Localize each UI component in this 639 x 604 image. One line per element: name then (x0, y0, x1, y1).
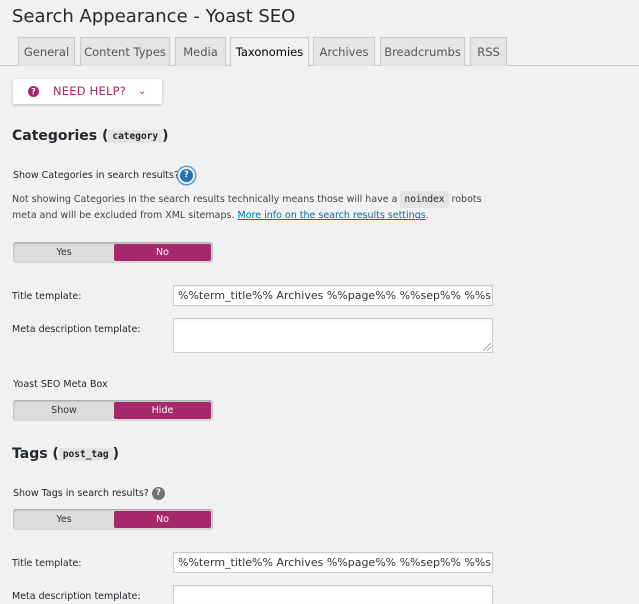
tags-title-template-input[interactable]: %%term_title%% Archives %%page%% %%sep%%… (173, 552, 493, 573)
tags-show-no[interactable]: No (114, 511, 211, 528)
categories-show-label: Show Categories in search results? (13, 170, 180, 181)
metabox-hide[interactable]: Hide (114, 402, 211, 419)
search-results-info-link[interactable]: More info on the search results settings (238, 210, 426, 221)
categories-help-icon[interactable]: ? (180, 169, 193, 182)
tags-show-label: Show Tags in search results? (13, 488, 149, 499)
need-help-button[interactable]: ? NEED HELP? ⌄ (13, 79, 162, 104)
metabox-toggle: Show Hide (13, 400, 213, 421)
categories-description: Not showing Categories in the search res… (12, 191, 502, 223)
need-help-label: NEED HELP? (53, 84, 127, 98)
resize-handle-icon[interactable] (483, 343, 491, 351)
tags-heading: Tags (post_tag) (12, 446, 119, 462)
noindex-code: noindex (400, 191, 449, 208)
tab-taxonomies[interactable]: Taxonomies (230, 37, 309, 67)
tags-meta-desc-label: Meta description template: (12, 591, 141, 602)
categories-show-yes[interactable]: Yes (15, 244, 113, 261)
tab-archives[interactable]: Archives (313, 37, 375, 66)
categories-code: category (108, 129, 163, 143)
tab-bar: General Content Types Media Taxonomies A… (0, 37, 639, 67)
tags-help-icon[interactable]: ? (152, 487, 165, 500)
categories-show-no[interactable]: No (114, 244, 211, 261)
tab-content-types[interactable]: Content Types (80, 37, 170, 66)
tags-code: post_tag (58, 447, 113, 461)
tags-title-template-label: Title template: (12, 558, 82, 569)
chevron-down-icon: ⌄ (138, 86, 147, 97)
tags-show-toggle: Yes No (13, 509, 213, 530)
tags-show-yes[interactable]: Yes (15, 511, 113, 528)
question-circle-icon: ? (28, 86, 39, 97)
page-title: Search Appearance - Yoast SEO (12, 6, 296, 27)
tags-meta-desc-textarea[interactable] (173, 585, 493, 604)
metabox-label: Yoast SEO Meta Box (13, 379, 108, 390)
categories-show-toggle: Yes No (13, 242, 213, 263)
categories-meta-desc-label: Meta description template: (12, 324, 141, 335)
metabox-show[interactable]: Show (15, 402, 113, 419)
tab-rss[interactable]: RSS (470, 37, 507, 66)
tab-media[interactable]: Media (175, 37, 226, 66)
categories-heading: Categories (category) (12, 128, 169, 144)
categories-meta-desc-textarea[interactable] (173, 318, 493, 353)
categories-title-template-label: Title template: (12, 291, 82, 302)
categories-title-template-input[interactable]: %%term_title%% Archives %%page%% %%sep%%… (173, 285, 493, 306)
tab-breadcrumbs[interactable]: Breadcrumbs (380, 37, 465, 66)
tab-general[interactable]: General (18, 37, 75, 66)
